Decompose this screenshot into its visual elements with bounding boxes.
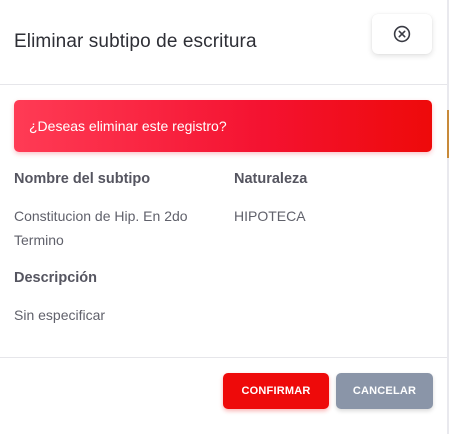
description-label: Descripción <box>14 270 97 286</box>
confirm-button[interactable]: CONFIRMAR <box>223 373 329 409</box>
modal-title: Eliminar subtipo de escritura <box>14 31 257 52</box>
subtype-name-label: Nombre del subtipo <box>14 171 151 187</box>
alert-message: ¿Deseas eliminar este registro? <box>29 118 227 134</box>
nature-value: HIPOTECA <box>234 208 306 224</box>
close-button[interactable] <box>372 14 432 54</box>
screen: Eliminar subtipo de escritura ¿Deseas el… <box>0 0 449 434</box>
cancel-button[interactable]: CANCELAR <box>336 373 433 409</box>
modal-footer: CONFIRMAR CANCELAR <box>0 357 447 434</box>
description-value: Sin especificar <box>14 307 106 323</box>
subtype-name-value: Constitucion de Hip. En 2do Termino <box>14 204 188 252</box>
modal-header: Eliminar subtipo de escritura <box>0 0 447 85</box>
close-circle-x-icon <box>393 25 411 43</box>
delete-subtype-modal: Eliminar subtipo de escritura ¿Deseas el… <box>0 0 447 434</box>
subtype-name-value-line1: Constitucion de Hip. En 2do <box>14 208 188 224</box>
subtype-name-value-line2: Termino <box>14 232 64 248</box>
nature-label: Naturaleza <box>234 171 308 187</box>
delete-warning-alert: ¿Deseas eliminar este registro? <box>14 100 432 152</box>
